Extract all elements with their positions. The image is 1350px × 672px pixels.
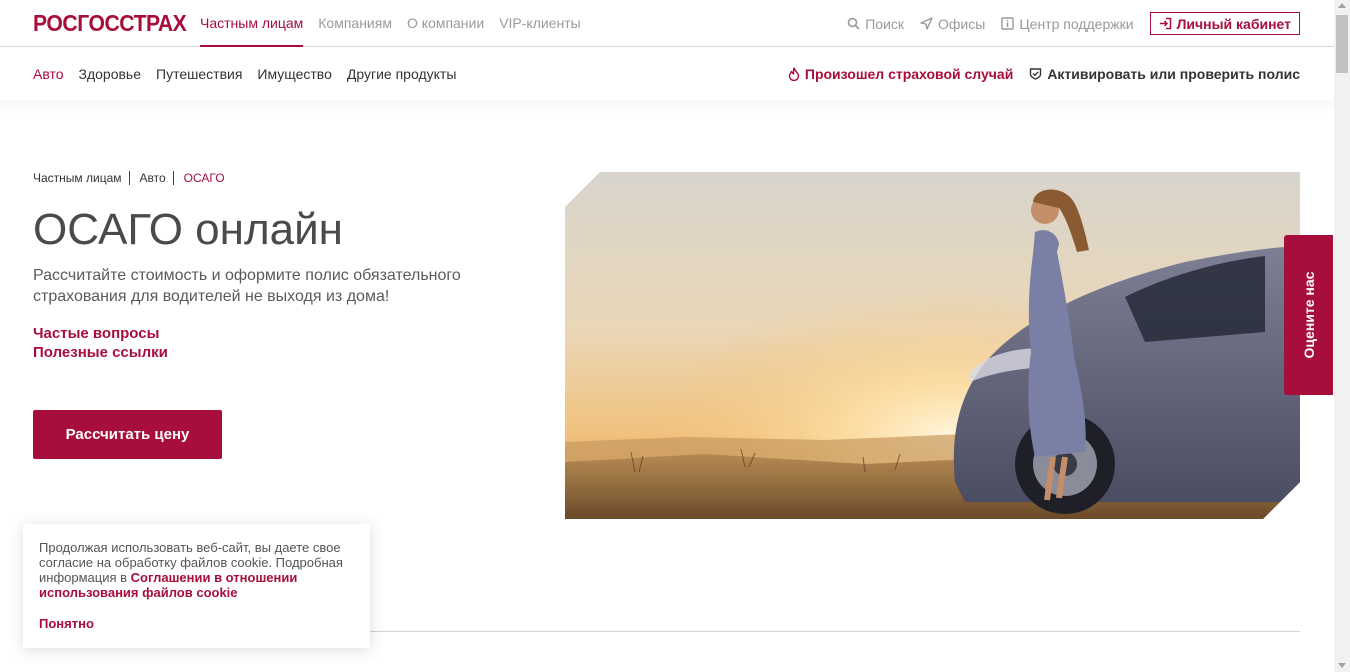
main-nav-private[interactable]: Частным лицам [200,0,304,47]
search-label: Поиск [865,15,905,32]
activate-policy-label: Активировать или проверить полис [1047,65,1300,82]
hero-image [565,172,1300,519]
cookie-banner: Продолжая использовать веб-сайт, вы дает… [23,524,370,648]
useful-links-link[interactable]: Полезные ссылки [33,343,168,362]
rate-us-label: Оцените нас [1300,271,1317,359]
main-nav: Частным лицам Компаниям О компании VIP-к… [200,0,596,47]
hero-photo [565,172,1300,519]
product-nav-health[interactable]: Здоровье [79,66,142,82]
offices-link[interactable]: Офисы [920,16,985,32]
support-label: Центр поддержки [1019,15,1134,32]
product-nav-travel[interactable]: Путешествия [156,66,242,82]
main-nav-companies[interactable]: Компаниям [318,0,392,47]
scroll-thumb[interactable] [1336,15,1348,73]
rate-us-tab[interactable]: Оцените нас [1284,235,1333,395]
cookie-accept-button[interactable]: Понятно [39,616,94,631]
scroll-up-arrow-icon[interactable] [1338,3,1346,8]
breadcrumb-item-private[interactable]: Частным лицам [33,171,130,185]
info-icon [1001,17,1015,30]
logo[interactable]: РОСГОССТРАХ [33,11,187,35]
support-link[interactable]: Центр поддержки [1001,15,1134,32]
breadcrumb-item-auto[interactable]: Авто [140,171,174,185]
offices-label: Офисы [938,15,986,32]
faq-link[interactable]: Частые вопросы [33,324,168,343]
fire-icon [788,66,800,81]
login-icon [1159,17,1171,30]
insured-event-link[interactable]: Произошел страховой случай [788,66,1013,82]
sub-actions: Произошел страховой случай Активировать … [788,47,1300,100]
scroll-down-arrow-icon[interactable] [1338,663,1346,668]
product-nav-other[interactable]: Другие продукты [347,66,456,82]
product-nav: Авто Здоровье Путешествия Имущество Друг… [33,47,471,100]
product-nav-property[interactable]: Имущество [257,66,331,82]
insured-event-label: Произошел страховой случай [804,65,1014,82]
product-nav-auto[interactable]: Авто [33,66,64,82]
cookie-text: Продолжая использовать веб-сайт, вы дает… [39,540,349,600]
activate-policy-link[interactable]: Активировать или проверить полис [1029,66,1300,82]
quick-links: Частые вопросы Полезные ссылки [33,324,168,362]
util-nav: Поиск Офисы Центр поддержки Личный кабин… [831,12,1300,35]
main-nav-vip[interactable]: VIP-клиенты [499,0,581,47]
search-link[interactable]: Поиск [847,16,904,32]
scrollbar[interactable] [1334,0,1350,672]
search-icon [847,17,860,30]
page-description: Рассчитайте стоимость и оформите полис о… [33,267,461,305]
cabinet-button[interactable]: Личный кабинет [1149,12,1300,35]
top-header: РОСГОССТРАХ Частным лицам Компаниям О ко… [0,0,1334,47]
sub-header: Авто Здоровье Путешествия Имущество Друг… [0,47,1334,100]
cabinet-label: Личный кабинет [1176,15,1291,32]
breadcrumb: Частным лицам Авто ОСАГО [33,171,232,185]
shield-check-icon [1030,68,1042,80]
calculate-price-button[interactable]: Рассчитать цену [33,410,222,459]
navigation-arrow-icon [920,17,933,30]
breadcrumb-item-osago: ОСАГО [183,171,225,185]
page-title: ОСАГО онлайн [33,205,343,254]
main-nav-about[interactable]: О компании [407,0,484,47]
